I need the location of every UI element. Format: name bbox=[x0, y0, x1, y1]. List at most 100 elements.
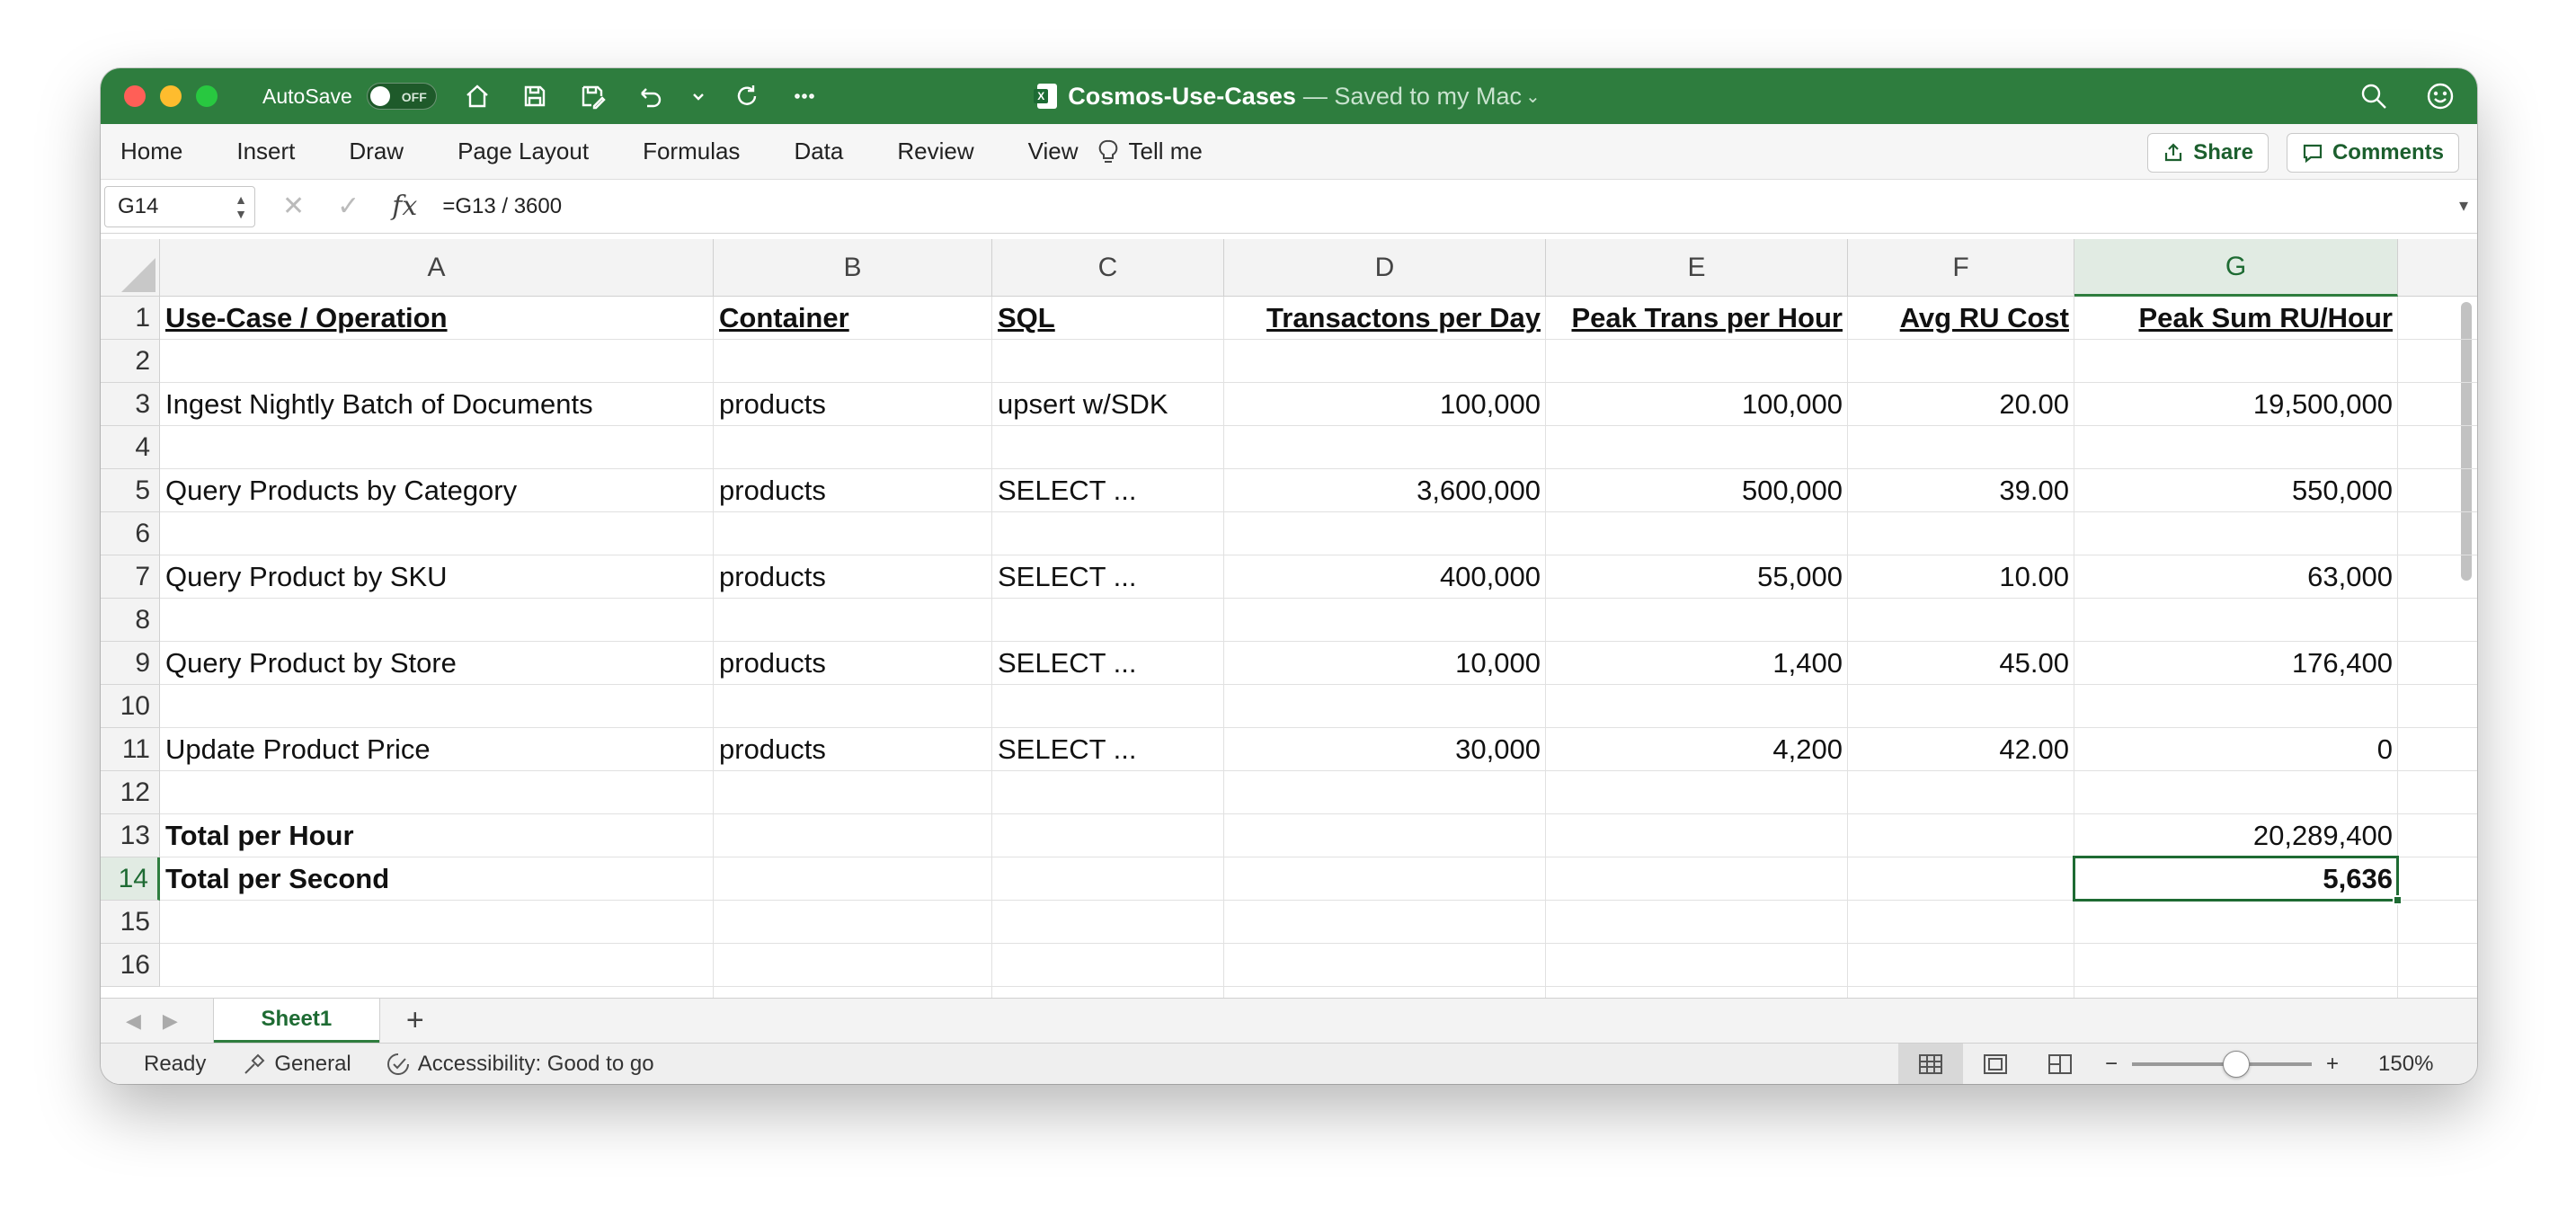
tab-insert[interactable]: Insert bbox=[236, 138, 295, 165]
table-cell: Query Product by Store bbox=[165, 647, 457, 679]
status-bar: Ready General Accessibility: Good to go … bbox=[101, 1043, 2477, 1084]
row-header-3[interactable]: 3 bbox=[101, 383, 160, 426]
more-icon[interactable] bbox=[789, 81, 820, 111]
search-icon[interactable] bbox=[2358, 81, 2389, 116]
insert-function-icon[interactable]: fx bbox=[392, 191, 417, 222]
table-cell: 100,000 bbox=[1741, 388, 1843, 420]
number-format-status[interactable]: General bbox=[242, 1052, 351, 1077]
expand-formula-bar-icon[interactable]: ▾ bbox=[2459, 194, 2468, 217]
share-button[interactable]: Share bbox=[2147, 133, 2269, 173]
vertical-scrollbar[interactable] bbox=[2461, 302, 2472, 581]
tell-me-search[interactable]: Tell me bbox=[1097, 138, 1203, 165]
row-header-10[interactable]: 10 bbox=[101, 685, 160, 728]
comments-button[interactable]: Comments bbox=[2286, 133, 2459, 173]
undo-dropdown-icon[interactable] bbox=[692, 81, 705, 111]
column-title-a: Use-Case / Operation bbox=[165, 302, 448, 333]
tab-formulas[interactable]: Formulas bbox=[643, 138, 740, 165]
minimize-window-button[interactable] bbox=[160, 85, 182, 107]
autosave-state: OFF bbox=[401, 90, 427, 104]
table-cell: products bbox=[719, 475, 826, 506]
toggle-knob bbox=[369, 86, 390, 106]
row-header-7[interactable]: 7 bbox=[101, 555, 160, 599]
excel-window: AutoSave OFF X Cosmos-Use-Cases — Saved … bbox=[101, 68, 2477, 1084]
previous-sheet-icon[interactable]: ◀ bbox=[126, 1009, 141, 1033]
row-header-11[interactable]: 11 bbox=[101, 728, 160, 771]
normal-view-button[interactable] bbox=[1898, 1044, 1963, 1084]
table-cell: SELECT ... bbox=[998, 733, 1137, 765]
table-cell: SELECT ... bbox=[998, 475, 1137, 506]
table-cell: 30,000 bbox=[1455, 733, 1541, 765]
enter-formula-icon[interactable]: ✓ bbox=[337, 191, 360, 222]
row-header-9[interactable]: 9 bbox=[101, 642, 160, 685]
excel-file-icon bbox=[1034, 84, 1058, 109]
column-header-f[interactable]: F bbox=[1848, 239, 2074, 297]
row-header-1[interactable]: 1 bbox=[101, 297, 160, 340]
row-header-5[interactable]: 5 bbox=[101, 469, 160, 512]
table-cell: 0 bbox=[2376, 733, 2393, 765]
column-header-b[interactable]: B bbox=[714, 239, 992, 297]
zoom-in-button[interactable]: + bbox=[2326, 1052, 2339, 1077]
zoom-level[interactable]: 150% bbox=[2378, 1052, 2433, 1077]
tab-page-layout[interactable]: Page Layout bbox=[457, 138, 589, 165]
tab-review[interactable]: Review bbox=[897, 138, 973, 165]
page-break-view-button[interactable] bbox=[2028, 1044, 2092, 1084]
name-box[interactable]: G14 ▲ ▼ bbox=[104, 185, 255, 227]
save-icon[interactable] bbox=[520, 81, 550, 111]
zoom-window-button[interactable] bbox=[196, 85, 218, 107]
table-cell: 39.00 bbox=[1999, 475, 2069, 506]
undo-icon[interactable] bbox=[635, 81, 665, 111]
row-header-15[interactable]: 15 bbox=[101, 901, 160, 944]
tab-home[interactable]: Home bbox=[120, 138, 182, 165]
zoom-slider-thumb[interactable] bbox=[2223, 1051, 2251, 1078]
sheet-tab-sheet1[interactable]: Sheet1 bbox=[213, 998, 379, 1044]
table-cell: 3,600,000 bbox=[1417, 475, 1541, 506]
accessibility-status[interactable]: Accessibility: Good to go bbox=[386, 1052, 654, 1077]
tab-draw[interactable]: Draw bbox=[349, 138, 404, 165]
share-label: Share bbox=[2193, 140, 2253, 164]
fill-handle[interactable] bbox=[2393, 895, 2403, 905]
cancel-formula-icon[interactable]: ✕ bbox=[282, 191, 305, 222]
title-bar: AutoSave OFF X Cosmos-Use-Cases — Saved … bbox=[101, 68, 2477, 124]
row-header-13[interactable]: 13 bbox=[101, 814, 160, 857]
feedback-smiley-icon[interactable] bbox=[2425, 81, 2456, 116]
select-all-corner[interactable] bbox=[101, 239, 160, 297]
redo-icon[interactable] bbox=[732, 81, 762, 111]
formula-input[interactable]: =G13 / 3600 bbox=[442, 194, 562, 219]
table-cell: products bbox=[719, 647, 826, 679]
page-layout-view-button[interactable] bbox=[1963, 1044, 2028, 1084]
tab-view[interactable]: View bbox=[1028, 138, 1079, 165]
row-header-14[interactable]: 14 bbox=[101, 857, 160, 901]
autosave-toggle[interactable]: OFF bbox=[366, 83, 437, 110]
zoom-out-button[interactable]: − bbox=[2105, 1052, 2118, 1077]
column-header-d[interactable]: D bbox=[1224, 239, 1546, 297]
home-icon[interactable] bbox=[462, 81, 493, 111]
close-window-button[interactable] bbox=[124, 85, 146, 107]
row-header-16[interactable]: 16 bbox=[101, 944, 160, 987]
row-header-4[interactable]: 4 bbox=[101, 426, 160, 469]
row-header-8[interactable]: 8 bbox=[101, 599, 160, 642]
title-bar-right bbox=[2358, 81, 2456, 116]
name-box-stepper-icon[interactable]: ▲ ▼ bbox=[235, 192, 247, 221]
row-gridline bbox=[160, 943, 2477, 944]
name-box-value: G14 bbox=[118, 193, 159, 218]
zoom-slider[interactable] bbox=[2132, 1051, 2313, 1078]
row-header-6[interactable]: 6 bbox=[101, 512, 160, 555]
table-cell: 10,000 bbox=[1455, 647, 1541, 679]
column-header-g[interactable]: G bbox=[2074, 239, 2398, 297]
tab-data[interactable]: Data bbox=[794, 138, 843, 165]
column-header-e[interactable]: E bbox=[1546, 239, 1848, 297]
table-cell: Query Products by Category bbox=[165, 475, 518, 506]
next-sheet-icon[interactable]: ▶ bbox=[163, 1009, 178, 1033]
column-header-a[interactable]: A bbox=[160, 239, 714, 297]
row-header-12[interactable]: 12 bbox=[101, 771, 160, 814]
active-cell-selection[interactable] bbox=[2073, 856, 2399, 902]
row-gridline bbox=[160, 986, 2477, 987]
view-switcher bbox=[1898, 1044, 2092, 1084]
table-cell: upsert w/SDK bbox=[998, 388, 1168, 420]
row-header-2[interactable]: 2 bbox=[101, 340, 160, 383]
sheet-navigation: ◀ ▶ bbox=[126, 1009, 178, 1033]
accessibility-check-icon bbox=[386, 1053, 409, 1075]
column-header-c[interactable]: C bbox=[992, 239, 1224, 297]
save-as-icon[interactable] bbox=[577, 81, 608, 111]
add-sheet-button[interactable]: + bbox=[406, 1003, 424, 1038]
